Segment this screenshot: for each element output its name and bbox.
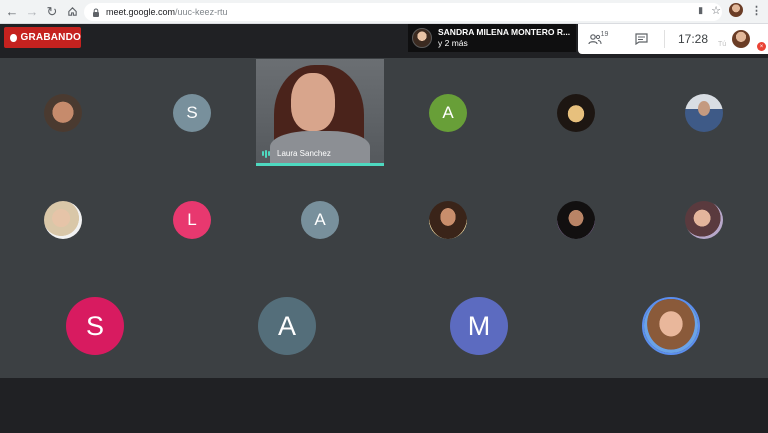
- meeting-top-bar: GRABANDO SANDRA MILENA MONTERO R... y 2 …: [0, 24, 768, 58]
- woman-photo: [557, 201, 595, 239]
- recording-badge: GRABANDO: [4, 27, 81, 48]
- meeting-controls-panel: 19 17:28: [578, 24, 768, 54]
- participant-initial: S: [186, 103, 198, 122]
- url-host: meet.google.com: [106, 7, 176, 17]
- presenter-others: y 2 más: [438, 38, 468, 48]
- record-dot-icon: [10, 33, 17, 42]
- speaker-label: Laura Sanchez: [262, 149, 331, 158]
- self-avatar: [732, 30, 750, 48]
- chat-icon: [634, 33, 648, 45]
- participant-tile[interactable]: A: [258, 297, 316, 355]
- woman-light-hair-photo: [44, 201, 82, 239]
- participant-initial: A: [442, 103, 454, 122]
- more-menu-icon[interactable]: ⋮: [751, 4, 762, 17]
- participant-tile[interactable]: [685, 201, 723, 239]
- woman-blonde-photo: [644, 299, 698, 353]
- speaker-name: Laura Sanchez: [277, 149, 331, 158]
- people-count: 19: [600, 30, 609, 38]
- url-path: /uuc-keez-rtu: [175, 7, 228, 17]
- address-bar[interactable]: meet.google.com/uuc-keez-rtu: [84, 3, 722, 21]
- people-icon: [587, 34, 602, 45]
- bottom-bar: [0, 378, 768, 433]
- participant-initial: L: [187, 210, 197, 229]
- woman-photo: [429, 201, 467, 239]
- participant-tile[interactable]: [642, 297, 700, 355]
- reload-icon[interactable]: ↻: [42, 2, 62, 22]
- participant-tile[interactable]: S: [66, 297, 124, 355]
- lock-icon: [93, 8, 99, 17]
- meeting-clock: 17:28: [677, 32, 709, 46]
- participant-initial: M: [467, 310, 491, 341]
- presenter-name: SANDRA MILENA MONTERO R...: [438, 27, 571, 37]
- participant-tile[interactable]: A: [429, 94, 467, 132]
- back-icon[interactable]: ←: [2, 2, 22, 22]
- participant-tile[interactable]: A: [301, 201, 339, 239]
- speaking-indicator-icon: [262, 149, 270, 158]
- participant-tile[interactable]: [44, 201, 82, 239]
- camera-icon[interactable]: ▮: [698, 5, 703, 16]
- recording-label: GRABANDO: [20, 32, 81, 43]
- bookmark-star-icon[interactable]: ☆: [711, 4, 721, 17]
- participant-initial: A: [314, 210, 326, 229]
- woman-photo: [685, 201, 723, 239]
- presenter-avatar: [412, 28, 432, 48]
- participant-initial: A: [277, 310, 296, 341]
- participant-tile[interactable]: [557, 201, 595, 239]
- people-button[interactable]: 19: [578, 30, 618, 45]
- self-view[interactable]: [721, 30, 761, 48]
- featured-speaker-tile[interactable]: Laura Sanchez: [256, 59, 384, 166]
- forward-icon[interactable]: →: [22, 2, 42, 22]
- participant-tile[interactable]: M: [450, 297, 508, 355]
- participant-tile[interactable]: [557, 94, 595, 132]
- participant-tile[interactable]: S: [173, 94, 211, 132]
- home-icon[interactable]: [62, 2, 82, 22]
- browser-actions: ▮ ☆ ⋮: [698, 3, 762, 17]
- participant-tile[interactable]: [685, 94, 723, 132]
- chat-button[interactable]: [618, 33, 664, 45]
- participant-tile[interactable]: [429, 201, 467, 239]
- man-glasses-photo: [44, 94, 82, 132]
- participant-tile[interactable]: L: [173, 201, 211, 239]
- profile-avatar[interactable]: [729, 3, 743, 17]
- self-label: Tú: [718, 41, 727, 48]
- presenter-chip[interactable]: SANDRA MILENA MONTERO R... y 2 más: [408, 24, 576, 52]
- mic-off-icon: ×: [757, 42, 766, 51]
- participant-tile[interactable]: [44, 94, 82, 132]
- browser-toolbar: ← → ↻ meet.google.com/uuc-keez-rtu ▮ ☆ ⋮: [0, 0, 768, 24]
- participant-initial: S: [85, 310, 104, 341]
- woman-photo: [557, 94, 595, 132]
